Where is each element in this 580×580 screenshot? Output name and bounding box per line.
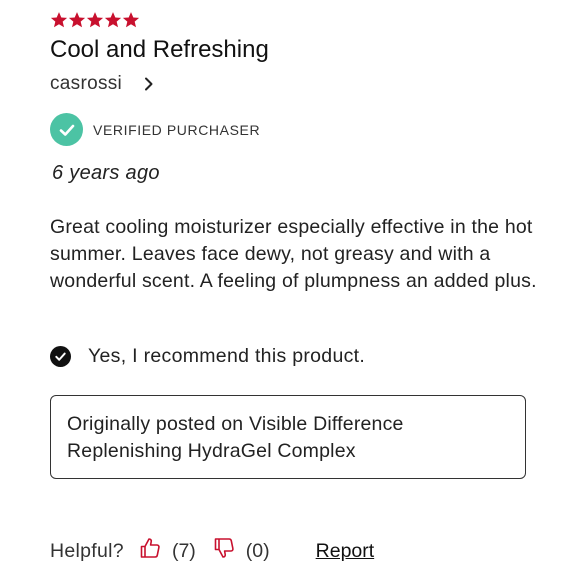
report-link[interactable]: Report <box>316 540 375 563</box>
check-circle-icon <box>50 113 83 146</box>
review-title: Cool and Refreshing <box>50 36 269 63</box>
review-body: Great cooling moisturizer especially eff… <box>50 216 537 292</box>
check-circle-icon <box>50 346 71 367</box>
helpful-no-button[interactable]: (0) <box>212 536 270 566</box>
star-icon <box>50 11 68 29</box>
helpful-yes-count: (7) <box>171 539 196 562</box>
thumbs-up-icon <box>138 536 162 566</box>
verified-label: VERIFIED PURCHASER <box>93 121 261 138</box>
helpful-label: Helpful? <box>50 539 124 562</box>
star-icon <box>122 11 140 29</box>
review-date: 6 years ago <box>52 162 160 184</box>
recommend-row: Yes, I recommend this product. <box>50 345 365 368</box>
helpful-no-count: (0) <box>245 539 270 562</box>
helpful-yes-button[interactable]: (7) <box>138 536 196 566</box>
star-icon <box>104 11 122 29</box>
star-icon <box>86 11 104 29</box>
author-link[interactable]: casrossi <box>50 72 156 96</box>
origin-note: Originally posted on Visible Difference … <box>50 395 526 479</box>
verified-purchaser-badge: VERIFIED PURCHASER <box>50 113 260 146</box>
helpful-row: Helpful? (7) (0) Report <box>50 536 374 566</box>
chevron-right-icon <box>142 77 156 91</box>
star-icon <box>68 11 86 29</box>
star-rating <box>50 11 140 29</box>
recommend-text: Yes, I recommend this product. <box>88 345 366 367</box>
thumbs-down-icon <box>212 536 236 566</box>
author-name: casrossi <box>50 73 123 94</box>
